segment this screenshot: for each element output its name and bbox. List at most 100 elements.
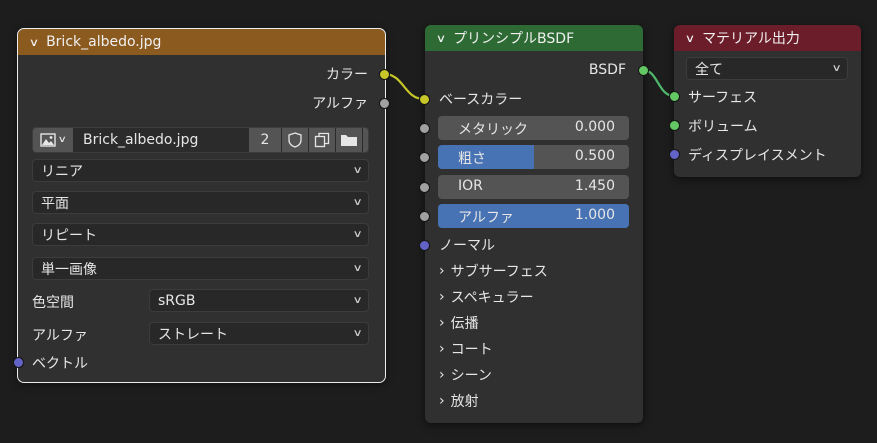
- source-dropdown[interactable]: 単一画像 ∨: [32, 257, 369, 280]
- unlink-image-button[interactable]: ✕: [363, 128, 368, 152]
- base-color-label: ベースカラー: [439, 92, 523, 108]
- interpolation-value: リニア: [41, 163, 83, 180]
- link-color-to-base-color: [383, 72, 425, 101]
- image-name-field[interactable]: Brick_albedo.jpg: [73, 132, 233, 148]
- panel-specular[interactable]: › スペキュラー: [439, 285, 534, 309]
- colorspace-value: sRGB: [158, 292, 196, 309]
- image-node-header[interactable]: ∨ Brick_albedo.jpg: [18, 29, 385, 55]
- source-value: 単一画像: [41, 261, 97, 278]
- panel-transmission-label: 伝播: [450, 316, 479, 332]
- material-output-node[interactable]: ∨ マテリアル出力 全て ∨ サーフェス ボリューム ディスプレイスメント: [674, 25, 861, 177]
- image-selector[interactable]: ∨ Brick_albedo.jpg 2 ✕: [32, 127, 369, 153]
- image-alpha-output-socket[interactable]: [379, 98, 390, 109]
- roughness-value: 0.500: [574, 148, 615, 164]
- chevron-down-icon: ∨: [352, 165, 363, 176]
- target-dropdown[interactable]: 全て ∨: [686, 57, 848, 80]
- alpha-value: 1.000: [574, 207, 615, 223]
- metallic-slider[interactable]: メタリック 0.000: [438, 116, 629, 140]
- panel-coat[interactable]: › コート: [439, 337, 493, 361]
- chevron-down-icon: ∨: [352, 263, 363, 274]
- chevron-right-icon: ›: [439, 263, 445, 279]
- image-browse-button[interactable]: ∨: [33, 128, 73, 152]
- bsdf-output-socket[interactable]: [638, 65, 649, 76]
- panel-emission-label: 放射: [450, 394, 479, 410]
- ior-slider[interactable]: IOR 1.450: [438, 175, 629, 199]
- colorspace-label: 色空間: [32, 295, 74, 311]
- volume-input-socket[interactable]: [669, 120, 680, 131]
- collapse-chevron-icon[interactable]: ∨: [685, 32, 695, 45]
- projection-dropdown[interactable]: 平面 ∨: [32, 191, 369, 214]
- bsdf-node-title: プリンシプルBSDF: [453, 31, 575, 47]
- alpha-slider[interactable]: アルファ 1.000: [438, 204, 629, 228]
- bsdf-node-header[interactable]: ∨ プリンシプルBSDF: [425, 25, 643, 51]
- volume-row: ボリューム: [674, 114, 861, 138]
- output-alpha-row: アルファ: [18, 91, 385, 115]
- normal-label: ノーマル: [439, 238, 495, 254]
- panel-coat-label: コート: [450, 342, 493, 358]
- roughness-slider[interactable]: 粗さ 0.500: [438, 145, 629, 169]
- principled-bsdf-node[interactable]: ∨ プリンシプルBSDF BSDF ベースカラー メタリック 0.000 粗さ …: [425, 25, 643, 423]
- panel-specular-label: スペキュラー: [450, 290, 534, 306]
- output-node-title: マテリアル出力: [702, 31, 800, 47]
- metallic-input-socket[interactable]: [419, 123, 430, 134]
- alpha-input-socket[interactable]: [419, 211, 430, 222]
- panel-sheen-label: シーン: [450, 368, 492, 384]
- chevron-right-icon: ›: [439, 341, 445, 357]
- surface-input-socket[interactable]: [669, 91, 680, 102]
- image-node-title: Brick_albedo.jpg: [46, 34, 162, 50]
- interpolation-dropdown[interactable]: リニア ∨: [32, 159, 369, 182]
- duplicate-image-button[interactable]: [309, 128, 335, 152]
- image-users-count[interactable]: 2: [249, 128, 281, 152]
- shield-icon: [288, 132, 302, 148]
- fake-user-button[interactable]: [282, 128, 308, 152]
- base-color-row: ベースカラー: [425, 87, 643, 111]
- base-color-input-socket[interactable]: [419, 94, 430, 105]
- panel-emission[interactable]: › 放射: [439, 389, 479, 413]
- extension-value: リピート: [41, 227, 97, 244]
- output-alpha-label: アルファ: [312, 96, 368, 112]
- chevron-right-icon: ›: [439, 393, 445, 409]
- collapse-chevron-icon[interactable]: ∨: [436, 32, 446, 45]
- chevron-down-icon: ∨: [352, 229, 363, 240]
- alpha-mode-value: ストレート: [158, 326, 228, 343]
- chevron-down-icon: ∨: [352, 197, 363, 208]
- folder-icon: [341, 135, 357, 146]
- output-color-row: カラー: [18, 62, 385, 86]
- collapse-chevron-icon[interactable]: ∨: [29, 36, 39, 49]
- ior-input-socket[interactable]: [419, 182, 430, 193]
- displacement-row: ディスプレイスメント: [674, 143, 861, 167]
- surface-row: サーフェス: [674, 85, 861, 109]
- target-value: 全て: [695, 61, 723, 78]
- chevron-right-icon: ›: [439, 367, 445, 383]
- output-node-header[interactable]: ∨ マテリアル出力: [674, 25, 861, 51]
- chevron-down-icon: ∨: [352, 295, 363, 306]
- extension-dropdown[interactable]: リピート ∨: [32, 223, 369, 246]
- image-color-output-socket[interactable]: [379, 69, 390, 80]
- panel-transmission[interactable]: › 伝播: [439, 311, 479, 335]
- image-vector-input-socket[interactable]: [13, 357, 24, 368]
- image-icon: [40, 133, 56, 147]
- displacement-label: ディスプレイスメント: [688, 148, 827, 164]
- metallic-value: 0.000: [574, 119, 615, 135]
- alpha-label: アルファ: [458, 210, 514, 226]
- open-image-button[interactable]: [336, 128, 362, 152]
- vector-input-label: ベクトル: [32, 356, 88, 372]
- alpha-mode-label: アルファ: [32, 328, 88, 344]
- normal-input-socket[interactable]: [419, 240, 430, 251]
- ior-value: 1.450: [574, 178, 615, 194]
- chevron-down-icon: ∨: [57, 135, 68, 145]
- users-count-label: 2: [260, 132, 270, 148]
- panel-sheen[interactable]: › シーン: [439, 363, 492, 387]
- displacement-input-socket[interactable]: [669, 149, 680, 160]
- chevron-right-icon: ›: [439, 289, 445, 305]
- roughness-input-socket[interactable]: [419, 152, 430, 163]
- bsdf-output-row: BSDF: [425, 58, 643, 82]
- image-texture-node[interactable]: ∨ Brick_albedo.jpg カラー アルファ ∨ Brick_albe…: [17, 28, 386, 383]
- alpha-mode-dropdown[interactable]: ストレート ∨: [149, 322, 369, 345]
- chevron-down-icon: ∨: [352, 328, 363, 339]
- surface-label: サーフェス: [688, 90, 758, 106]
- chevron-down-icon: ∨: [831, 63, 842, 74]
- colorspace-dropdown[interactable]: sRGB ∨: [149, 289, 369, 312]
- projection-value: 平面: [41, 195, 69, 212]
- panel-subsurface[interactable]: › サブサーフェス: [439, 259, 548, 283]
